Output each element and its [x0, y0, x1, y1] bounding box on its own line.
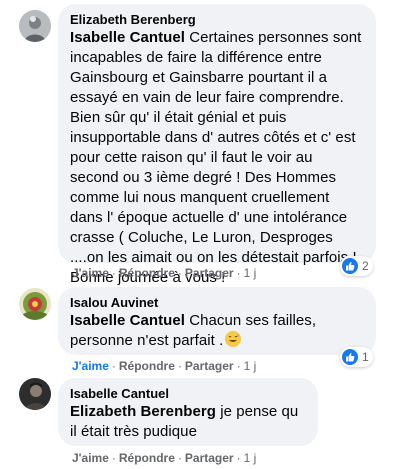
- like-link[interactable]: J'aime: [72, 266, 109, 280]
- avatar-image: [19, 288, 51, 320]
- mention-link[interactable]: Elizabeth Berenberg: [70, 403, 216, 420]
- comment-actions: J'aime · Répondre · Partager · 1 j: [72, 451, 257, 465]
- reaction-summary[interactable]: 2: [340, 256, 373, 276]
- avatar-image: [19, 10, 51, 42]
- avatar[interactable]: [19, 288, 51, 320]
- sweat-smile-emoji-icon: [225, 331, 242, 347]
- comment-text: Isabelle Cantuel Chacun ses failles, per…: [70, 312, 317, 349]
- comment-actions: J'aime · Répondre · Partager · 1 j: [72, 266, 257, 280]
- share-link[interactable]: Partager: [185, 451, 234, 465]
- reaction-summary[interactable]: 1: [340, 347, 373, 367]
- comment-bubble: Elizabeth Berenberg Isabelle Cantuel Cer…: [58, 4, 376, 286]
- comment-author[interactable]: Isalou Auvinet: [70, 295, 364, 311]
- like-link[interactable]: J'aime: [72, 359, 109, 373]
- share-link[interactable]: Partager: [185, 266, 234, 280]
- timestamp[interactable]: 1 j: [244, 451, 257, 465]
- like-link[interactable]: J'aime: [72, 451, 109, 465]
- mention-link[interactable]: Isabelle Cantuel: [70, 29, 185, 46]
- share-link[interactable]: Partager: [185, 359, 234, 373]
- timestamp[interactable]: 1 j: [244, 266, 257, 280]
- reply-link[interactable]: Répondre: [119, 266, 175, 280]
- reply-link[interactable]: Répondre: [119, 451, 175, 465]
- mention-link[interactable]: Isabelle Cantuel: [70, 312, 185, 329]
- comment-bubble: Isabelle Cantuel Elizabeth Berenberg je …: [58, 378, 318, 446]
- reaction-count: 2: [362, 259, 369, 273]
- comment-text: Isabelle Cantuel Certaines personnes son…: [70, 29, 362, 286]
- reaction-count: 1: [362, 350, 369, 364]
- avatar[interactable]: [19, 378, 51, 410]
- avatar-image: [19, 378, 51, 410]
- reply-link[interactable]: Répondre: [119, 359, 175, 373]
- like-reaction-icon: [342, 258, 358, 274]
- like-reaction-icon: [342, 349, 358, 365]
- comment-author[interactable]: Isabelle Cantuel: [70, 386, 306, 402]
- comment-author[interactable]: Elizabeth Berenberg: [70, 12, 364, 28]
- timestamp[interactable]: 1 j: [244, 359, 257, 373]
- avatar[interactable]: [19, 10, 51, 42]
- comment-bubble: Isalou Auvinet Isabelle Cantuel Chacun s…: [58, 287, 376, 355]
- comment-actions: J'aime · Répondre · Partager · 1 j: [72, 359, 257, 373]
- comment-text: Elizabeth Berenberg je pense qu il était…: [70, 403, 299, 440]
